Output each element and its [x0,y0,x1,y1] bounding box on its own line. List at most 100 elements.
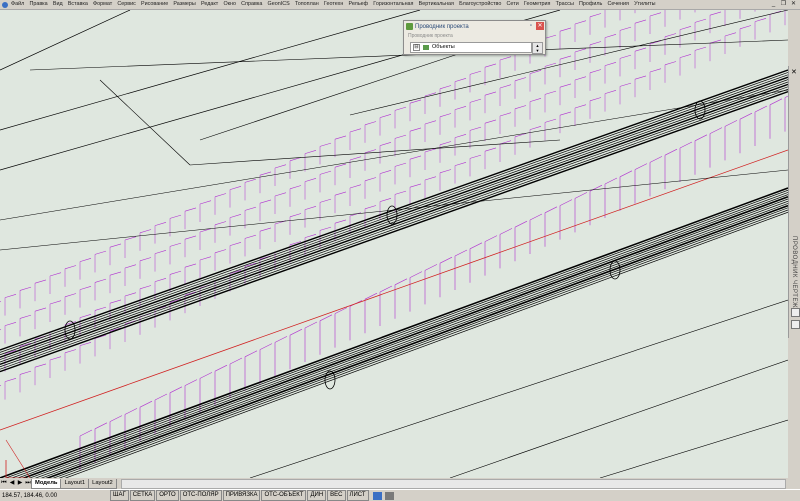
section-box [574,192,588,199]
section-box [124,408,138,415]
menu-geonics[interactable]: GeonICS [268,0,290,9]
menu-draw[interactable]: Рисование [141,0,168,9]
menu-insert[interactable]: Вставка [68,0,88,9]
close-icon[interactable]: ✕ [789,0,798,8]
panel-close-icon[interactable]: ✕ [791,68,797,76]
hatch-mark [34,363,47,368]
palette-minimize-icon[interactable]: ▫ [527,22,535,30]
hatch-mark [574,76,587,81]
palette-close-icon[interactable]: ✕ [536,22,544,30]
hatch-mark [274,192,287,197]
menu-vertical[interactable]: Вертикальная [419,0,454,9]
horizontal-scrollbar[interactable] [120,478,786,489]
section-box [409,271,423,278]
menu-geotech[interactable]: Геотехн [324,0,343,9]
hatch-mark [574,20,587,25]
hatch-mark [694,46,707,51]
restore-icon[interactable]: ❐ [779,0,788,8]
section-box [154,393,168,401]
polar-button[interactable]: ОТС-ПОЛЯР [179,490,222,501]
tab-layout2[interactable]: Layout2 [88,478,117,489]
otrack-button[interactable]: ОТС-ОБЪЕКТ [261,490,307,501]
hatch-mark [499,84,512,89]
menu-sections[interactable]: Сечения [608,0,629,9]
section-box [739,112,753,120]
hatch-mark [169,214,182,219]
menu-networks[interactable]: Сети [507,0,519,9]
menu-relief[interactable]: Рельеф [349,0,369,9]
menu-dimensions[interactable]: Размеры [173,0,195,9]
hatch-mark [304,178,317,182]
menu-file[interactable]: Файл [11,0,24,9]
menu-horizontal[interactable]: Горизонтальная [373,0,413,9]
menu-geometry[interactable]: Геометрия [524,0,550,9]
grid-button[interactable]: СЕТКА [129,490,156,501]
tree-item-objects[interactable]: ⊟ Объекты [410,42,532,53]
section-box [184,379,198,386]
tab-prev-icon[interactable]: ◀ [8,479,16,488]
hatch-mark [604,62,617,66]
road-edge-line [64,211,788,478]
section-box [499,228,513,235]
section-box [214,364,228,372]
app-icon[interactable] [2,1,8,8]
menu-tools[interactable]: Сервис [117,0,135,9]
hatch-mark [454,134,467,138]
menu-profile[interactable]: Профиль [579,0,602,9]
section-box [544,206,558,214]
section-box [604,177,618,185]
menu-view[interactable]: Вид [53,0,63,9]
hatch-mark [529,126,542,130]
menu-window[interactable]: Окно [223,0,236,9]
section-box [589,184,603,192]
collapse-icon[interactable]: ⊟ [413,44,420,51]
hatch-mark [274,164,287,169]
menu-routes[interactable]: Трассы [556,0,574,9]
osnap-button[interactable]: ПРИВЯЗКА [222,490,261,501]
tree-scroll-arrows[interactable]: ▲ ▼ [532,42,543,54]
hatch-mark [379,198,392,202]
section-box [454,249,468,257]
dyn-button[interactable]: ДИН [307,490,327,501]
tab-first-icon[interactable]: ⏮ [0,479,8,488]
hatch-mark [469,154,482,159]
tray-settings-icon[interactable] [372,491,382,500]
snap-button[interactable]: ШАГ [110,490,129,501]
menu-bar: Файл Правка Вид Вставка Формат Сервис Ри… [0,0,800,10]
panel-pin-icon[interactable] [791,308,800,317]
section-box [469,242,483,250]
paper-button[interactable]: ЛИСТ [346,490,369,501]
tab-layout1[interactable]: Layout1 [60,478,90,489]
section-box [484,235,498,242]
drawing-viewport[interactable] [0,10,788,478]
menu-modify[interactable]: Редакт [201,0,218,9]
section-box [529,213,543,221]
menu-edit[interactable]: Правка [29,0,47,9]
menu-utilities[interactable]: Утилиты [634,0,655,9]
hatch-mark [4,294,17,298]
menu-landscaping[interactable]: Благоустройство [459,0,501,9]
hatch-mark [94,250,107,255]
section-box [139,400,153,408]
minimize-icon[interactable]: _ [769,0,778,8]
menu-topoplan[interactable]: Топоплан [295,0,319,9]
ortho-button[interactable]: ОРТО [156,490,179,501]
hatch-mark [439,169,452,174]
terrain-line [0,89,788,221]
menu-help[interactable]: Справка [241,0,262,9]
hatch-mark [514,105,527,110]
lineweight-button[interactable]: ВЕС [327,490,346,501]
palette-titlebar[interactable]: Проводник проекта ▫ ✕ [404,21,545,32]
menu-format[interactable]: Формат [93,0,112,9]
panel-vertical-title[interactable]: ПРОВОДНИК ЧЕРТЕЖА [791,236,797,313]
hatch-mark [499,112,512,117]
hatch-mark [304,206,317,210]
hatch-mark [484,91,497,96]
section-box [394,278,408,286]
tray-lock-icon[interactable] [384,491,394,500]
panel-options-icon[interactable] [791,320,800,329]
hatch-mark [514,77,527,82]
tab-next-icon[interactable]: ▶ [16,479,24,488]
tab-model[interactable]: Модель [31,478,62,489]
hatch-mark [19,370,32,375]
